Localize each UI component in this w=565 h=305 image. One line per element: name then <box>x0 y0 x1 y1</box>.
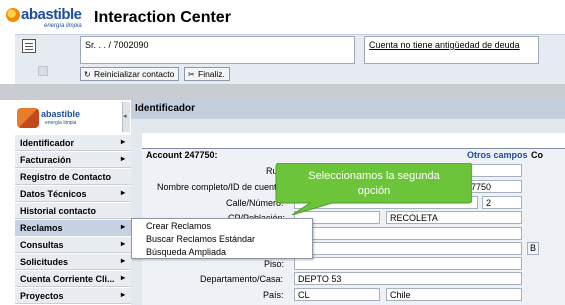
sidebar-brand-name: abastible <box>41 109 81 119</box>
dept-label: Departamento/Casa: <box>200 274 284 284</box>
debt-alert-box: Cuenta no tiene antigüedad de deuda <box>364 36 539 64</box>
country-code-field[interactable]: CL <box>294 288 380 301</box>
finish-button[interactable]: ✂ Finaliz. <box>184 67 230 81</box>
chevron-right-icon: ▸ <box>120 137 125 146</box>
fullname-label: Nombre completo/ID de cuent <box>157 182 277 192</box>
sidebar-item-label: Consultas <box>20 240 64 250</box>
brand-name: abastible <box>21 6 82 23</box>
sidebar-item-consultas[interactable]: Consultas ▸ <box>15 236 131 253</box>
country-name-field[interactable]: Chile <box>386 288 522 301</box>
app-title: Interaction Center <box>94 9 231 26</box>
phone-icon[interactable] <box>38 66 48 76</box>
collapse-sidebar-handle[interactable] <box>122 102 130 132</box>
sidebar-item-registro-contacto[interactable]: Registro de Contacto <box>15 168 131 185</box>
sidebar-item-label: Cuenta Corriente Cli... <box>20 274 115 284</box>
sidebar-item-proyectos[interactable]: Proyectos ▸ <box>15 287 131 304</box>
menu-item-buscar-reclamos[interactable]: Buscar Reclamos Estándar <box>146 234 255 244</box>
sidebar-item-reclamos[interactable]: Reclamos ▸ <box>15 219 131 236</box>
other-fields-link[interactable]: Otros campos <box>467 150 528 160</box>
sidebar-item-cuenta-corriente[interactable]: Cuenta Corriente Cli... ▸ <box>15 270 131 287</box>
sidebar-item-solicitudes[interactable]: Solicitudes ▸ <box>15 253 131 270</box>
brand-logo: abastible energía limpia <box>6 6 86 32</box>
sidebar-item-label: Datos Técnicos <box>20 189 87 199</box>
sidebar-item-label: Identificador <box>20 138 75 148</box>
contact-info-box: Sr. . . / 7002090 <box>80 36 355 64</box>
notes-icon[interactable] <box>22 39 36 53</box>
finish-icon: ✂ <box>188 70 195 79</box>
street-number-field[interactable]: 2 <box>482 196 522 209</box>
chevron-right-icon: ▸ <box>120 222 125 231</box>
sidebar-logo: abastible energía limpia <box>15 102 122 132</box>
reset-contact-button[interactable]: ↻ Reinicializar contacto <box>80 67 179 81</box>
sidebar-item-label: Reclamos <box>20 223 63 233</box>
brand-tagline: energía limpia <box>44 23 82 29</box>
dept-field[interactable]: DEPTO 53 <box>294 272 522 285</box>
side-button[interactable]: B <box>527 242 539 255</box>
sidebar-item-label: Registro de Contacto <box>20 172 112 182</box>
account-card-header <box>142 133 565 149</box>
logo-flame-icon <box>6 8 20 22</box>
main-panel-header <box>131 100 565 119</box>
sidebar-item-label: Historial contacto <box>20 206 97 216</box>
callout-line-2: opción <box>358 185 390 197</box>
other-fields-extra[interactable]: Co <box>531 150 543 160</box>
sidebar-item-label: Facturación <box>20 155 72 165</box>
sidebar-item-label: Solicitudes <box>20 257 69 267</box>
chevron-right-icon: ▸ <box>120 239 125 248</box>
page-title: Identificador <box>135 103 196 114</box>
instruction-callout: Seleccionamos la segunda opción <box>275 163 472 215</box>
sidebar-brand-tagline: energía limpia <box>45 120 77 126</box>
finish-label: Finaliz. <box>198 69 225 79</box>
chevron-right-icon: ▸ <box>120 256 125 265</box>
sidebar-item-identificador[interactable]: Identificador ▸ <box>15 134 131 151</box>
phone-field[interactable] <box>294 242 522 255</box>
sidebar-item-label: Proyectos <box>20 291 64 301</box>
menu-item-crear-reclamos[interactable]: Crear Reclamos <box>146 221 211 231</box>
sidebar-item-historial-contacto[interactable]: Historial contacto <box>15 202 131 219</box>
debt-alert-link[interactable]: Cuenta no tiene antigüedad de deuda <box>369 40 520 50</box>
chevron-right-icon: ▸ <box>120 154 125 163</box>
chevron-right-icon: ▸ <box>120 273 125 282</box>
chevron-right-icon: ▸ <box>120 188 125 197</box>
menu-item-busqueda-ampliada[interactable]: Búsqueda Ampliada <box>146 247 226 257</box>
refresh-icon: ↻ <box>84 70 91 79</box>
family-image <box>17 108 39 128</box>
reset-contact-label: Reinicializar contacto <box>94 69 175 79</box>
sidebar-item-facturacion[interactable]: Facturación ▸ <box>15 151 131 168</box>
floor-field[interactable] <box>294 257 522 270</box>
callout-line-1: Seleccionamos la segunda <box>308 170 440 182</box>
separator-band <box>0 84 565 100</box>
sidebar-item-datos-tecnicos[interactable]: Datos Técnicos ▸ <box>15 185 131 202</box>
chevron-right-icon: ▸ <box>120 290 125 299</box>
country-label: País: <box>263 290 284 300</box>
account-label: Account 247750: <box>146 150 218 160</box>
region-field[interactable] <box>294 227 522 240</box>
floor-label: Piso: <box>264 259 285 269</box>
